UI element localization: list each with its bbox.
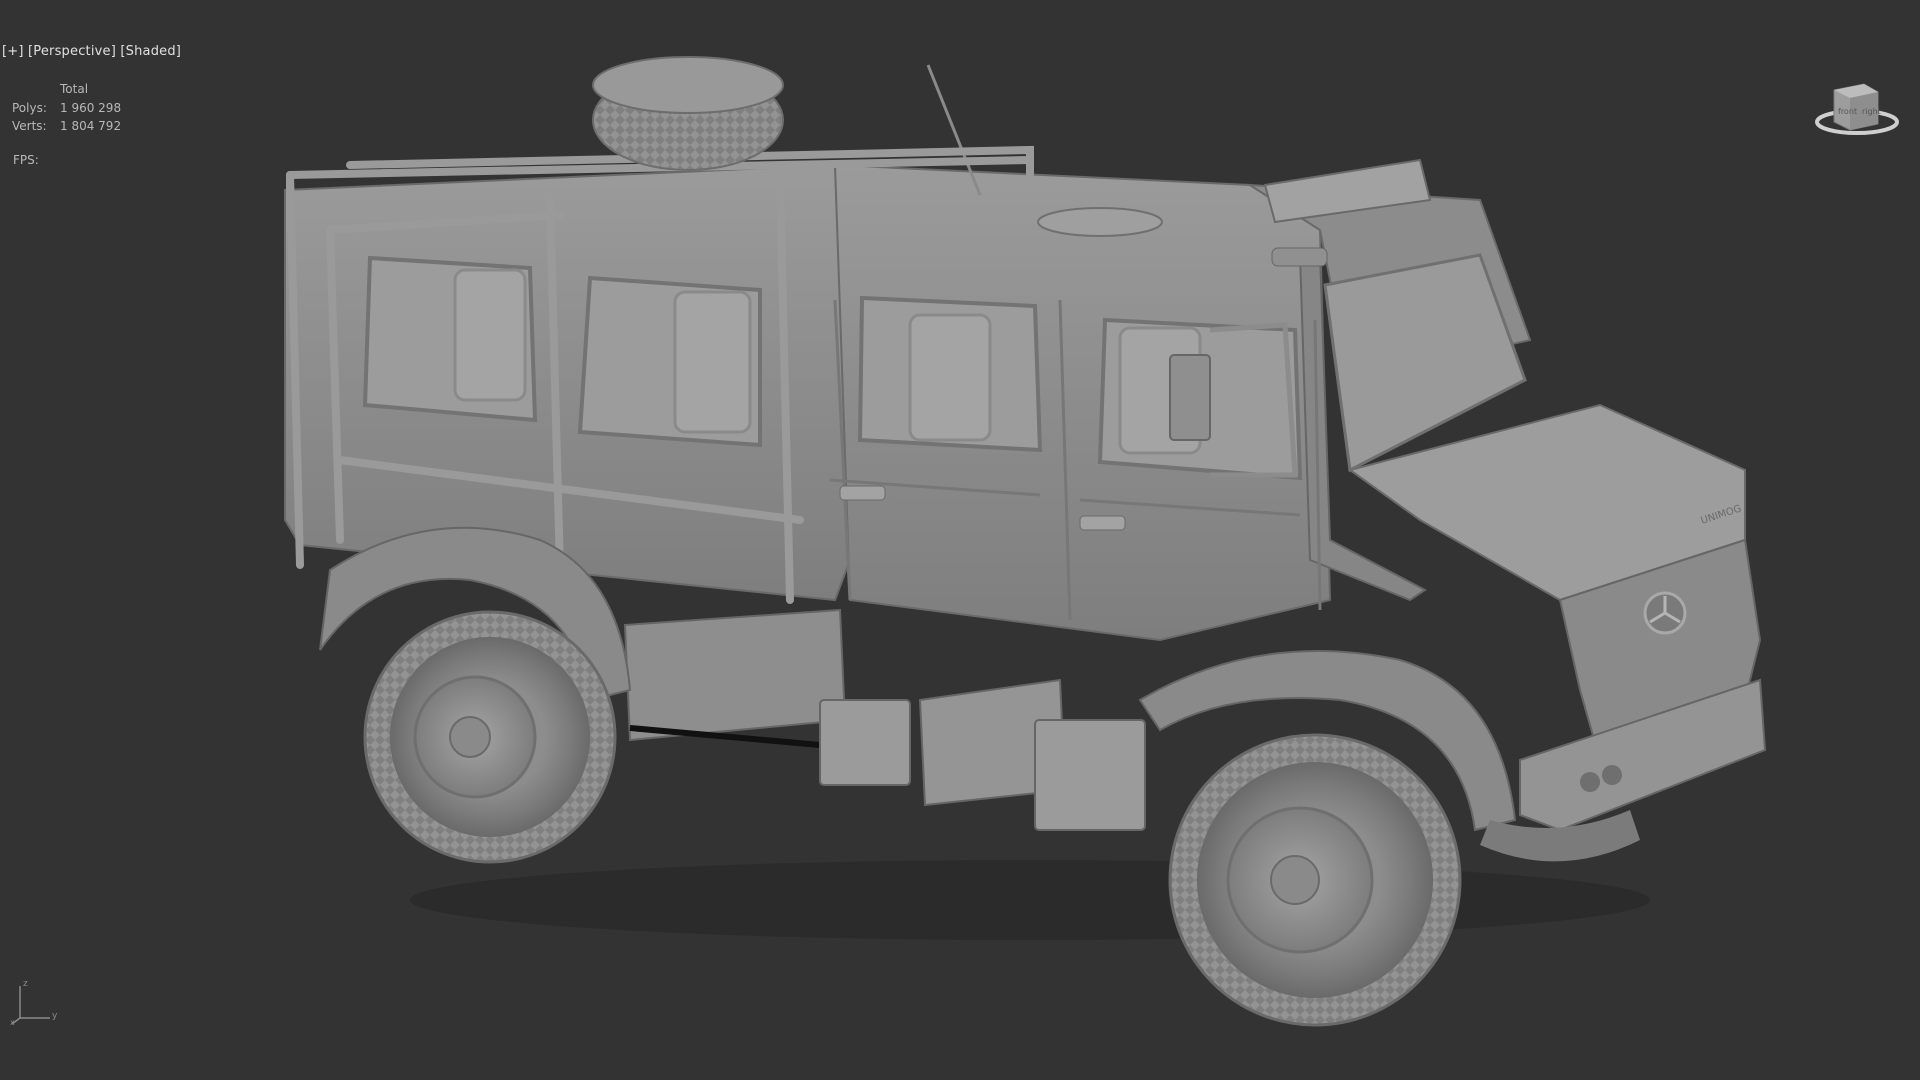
front-wheel (1168, 733, 1462, 1027)
spare-tire (592, 56, 784, 171)
viewcube-front-label: front (1838, 107, 1857, 116)
scene-statistics: Total Polys: 1 960 298 Verts: 1 804 792 (12, 80, 121, 136)
stats-verts-row: Verts: 1 804 792 (12, 117, 121, 136)
side-mirror (1169, 354, 1211, 441)
viewport-view-menu[interactable]: [Perspective] (28, 44, 116, 59)
fog-light-left (1580, 772, 1600, 792)
fog-light-right (1602, 765, 1622, 785)
stats-verts-label: Verts: (12, 119, 47, 133)
fps-label: FPS: (13, 153, 39, 167)
axis-y-label: y (52, 1011, 58, 1021)
roof-hatch (1037, 207, 1163, 237)
axis-z-label: z (23, 979, 28, 989)
door-handle-front (1079, 515, 1126, 531)
snorkel-head (1271, 247, 1328, 267)
axis-x-label: x (10, 1018, 15, 1026)
axis-tripod-icon: z y x (10, 979, 58, 1026)
stats-polys-value: 1 960 298 (60, 100, 122, 115)
viewcube-icon[interactable]: front right (1812, 78, 1902, 140)
ground-shadow (410, 860, 1650, 940)
rear-wheel (363, 610, 617, 864)
stats-polys-row: Polys: 1 960 298 (12, 99, 121, 118)
viewport-label-menu[interactable]: [+] [Perspective] [Shaded] (2, 44, 181, 59)
stats-polys-label: Polys: (12, 100, 47, 115)
stats-header: Total (60, 82, 89, 96)
viewcube-right-label: right (1862, 107, 1881, 116)
door-handle-rear (839, 485, 886, 501)
stats-verts-value: 1 804 792 (60, 119, 122, 133)
truck-3d-model[interactable]: UNIMOG (0, 0, 1920, 1080)
viewport-shading-menu[interactable]: [Shaded] (120, 44, 181, 59)
viewport-plus-menu[interactable]: [+] (2, 44, 24, 59)
3d-viewport[interactable]: UNIMOG [+] [Perspective] [Shaded] Total … (0, 0, 1920, 1080)
tool-box (623, 608, 847, 742)
stats-header-row: Total (12, 80, 121, 99)
